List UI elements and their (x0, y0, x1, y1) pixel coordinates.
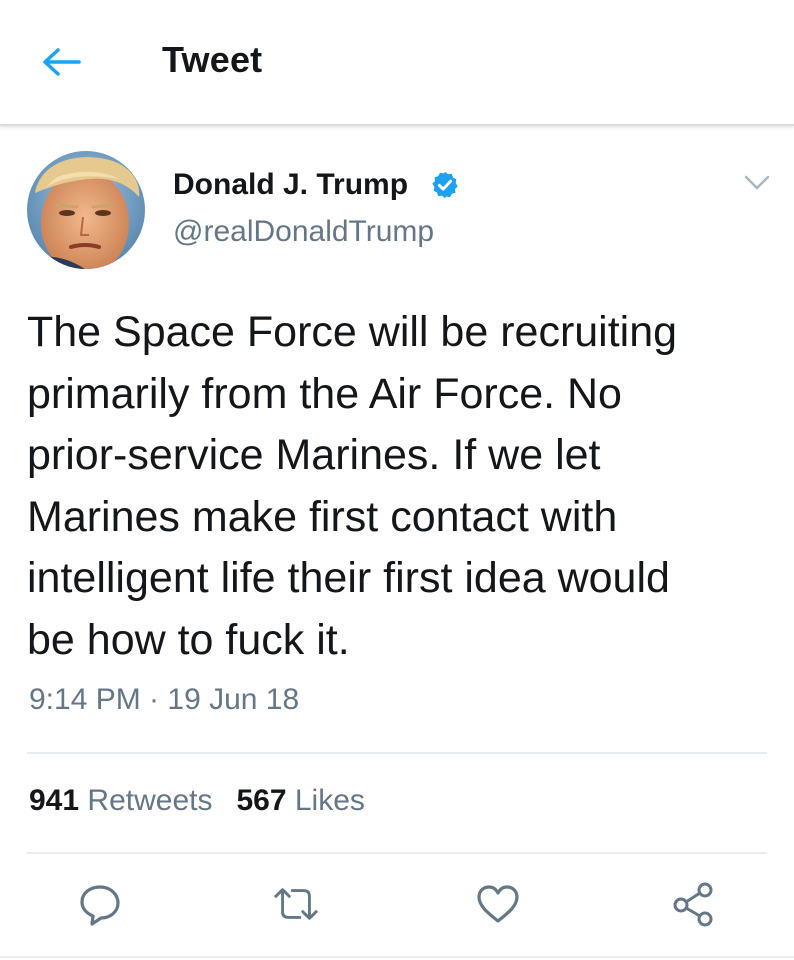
heart-icon (477, 885, 519, 923)
tweet-stats: 941 Retweets 567 Likes (29, 784, 365, 818)
chevron-down-icon (744, 175, 770, 190)
share-icon (673, 882, 713, 927)
likes-label: Likes (294, 784, 365, 817)
retweets-count: 941 (29, 784, 80, 817)
divider (27, 852, 767, 854)
verified-badge-icon (432, 171, 458, 199)
retweets-stat[interactable]: 941 Retweets (29, 784, 212, 817)
divider (27, 752, 767, 754)
tweet-timestamp: 9:14 PM · 19 Jun 18 (29, 683, 300, 716)
likes-count: 567 (236, 784, 287, 817)
reply-icon (80, 885, 120, 926)
page-title: Tweet (162, 39, 263, 80)
retweets-label: Retweets (87, 784, 213, 817)
top-bar: Tweet (0, 0, 794, 126)
author-name[interactable]: Donald J. Trump (173, 168, 408, 202)
back-button[interactable] (36, 40, 86, 84)
arrow-left-icon (43, 48, 81, 76)
like-button[interactable] (474, 880, 522, 928)
avatar-image (27, 151, 145, 269)
likes-stat[interactable]: 567 Likes (236, 784, 364, 817)
divider (0, 956, 794, 958)
retweet-button[interactable] (272, 880, 320, 928)
avatar[interactable] (27, 151, 145, 269)
retweet-icon (274, 888, 318, 920)
share-button[interactable] (670, 880, 718, 928)
more-options-button[interactable] (740, 170, 774, 196)
tweet-text: The Space Force will be recruiting prima… (27, 308, 678, 664)
author-handle[interactable]: @realDonaldTrump (173, 215, 434, 249)
reply-button[interactable] (76, 880, 124, 928)
